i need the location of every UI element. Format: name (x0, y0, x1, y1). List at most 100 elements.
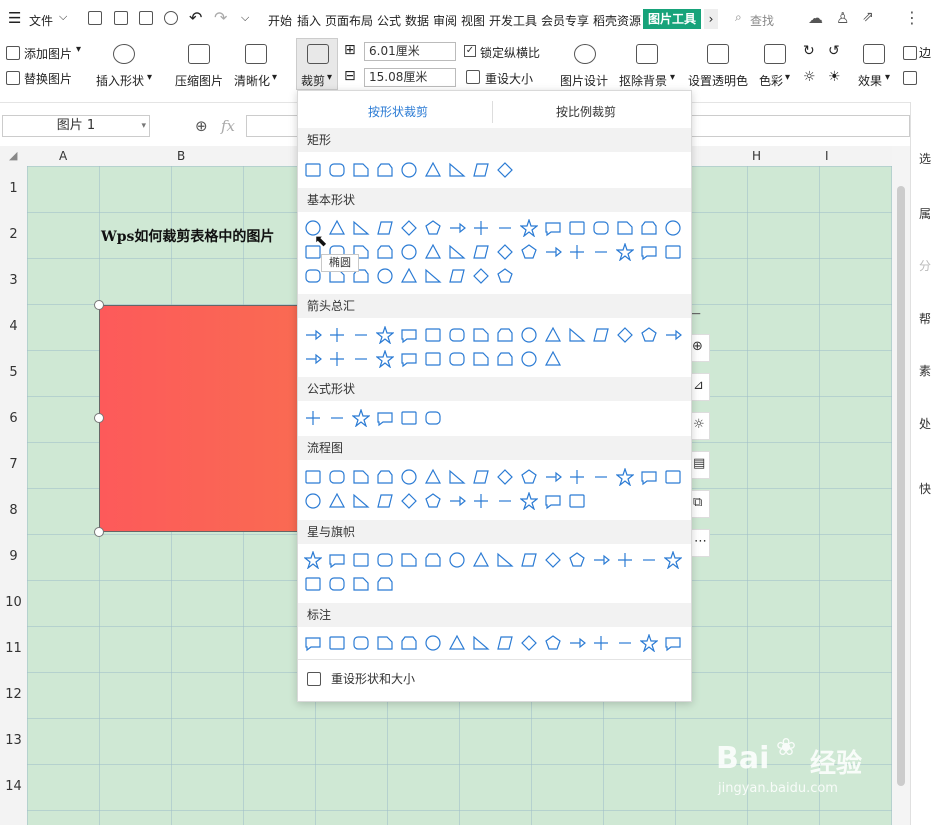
hamburger-icon[interactable]: ☰ (8, 9, 21, 27)
shape-option-icon[interactable] (640, 634, 658, 652)
shape-option-icon[interactable] (304, 326, 322, 344)
shape-option-icon[interactable] (616, 634, 634, 652)
shape-option-icon[interactable] (496, 267, 514, 285)
sharpen-button[interactable]: 清晰化 (234, 72, 270, 89)
row-5[interactable]: 5 (0, 365, 27, 380)
shape-option-icon[interactable] (448, 634, 466, 652)
rotate-right-icon[interactable]: ↻ (803, 43, 815, 59)
shape-option-icon[interactable] (424, 161, 442, 179)
shape-option-icon[interactable] (400, 243, 418, 261)
export-pdf-icon[interactable] (114, 11, 128, 25)
shape-option-icon[interactable] (664, 219, 682, 237)
shape-option-icon[interactable] (448, 267, 466, 285)
shape-option-icon[interactable] (496, 492, 514, 510)
row-3[interactable]: 3 (0, 273, 27, 288)
add-picture-button[interactable]: 添加图片 (24, 45, 72, 62)
shape-option-icon[interactable] (664, 243, 682, 261)
shape-option-icon[interactable] (424, 468, 442, 486)
picture-design-button[interactable]: 图片设计 (560, 72, 608, 89)
shape-option-icon[interactable] (304, 267, 322, 285)
column-h[interactable]: H (752, 149, 761, 163)
resize-handle-top-left[interactable] (94, 300, 104, 310)
shape-option-icon[interactable] (328, 161, 346, 179)
row-14[interactable]: 14 (0, 779, 27, 794)
row-10[interactable]: 10 (0, 595, 27, 610)
vertical-scrollbar[interactable] (892, 146, 910, 825)
print-icon[interactable] (139, 11, 153, 25)
shape-option-icon[interactable] (664, 634, 682, 652)
shape-option-icon[interactable] (472, 161, 490, 179)
shape-option-icon[interactable] (352, 219, 370, 237)
shape-option-icon[interactable] (568, 551, 586, 569)
remove-background-button[interactable]: 抠除背景 (619, 72, 667, 89)
column-i[interactable]: I (825, 149, 829, 163)
shape-option-icon[interactable] (424, 409, 442, 427)
rotate-left-icon[interactable]: ↺ (828, 43, 840, 59)
shape-option-icon[interactable] (328, 492, 346, 510)
brightness-down-icon[interactable]: ☀ (828, 69, 841, 85)
share-icon[interactable]: ⇗ (862, 9, 874, 25)
shape-option-icon[interactable] (496, 468, 514, 486)
shape-option-icon[interactable] (448, 326, 466, 344)
insert-shape-button[interactable]: 插入形状 (96, 72, 144, 89)
sidebar-item-properties[interactable]: 属 (919, 205, 931, 222)
border-button[interactable]: 边 (919, 44, 931, 61)
shape-option-icon[interactable] (448, 161, 466, 179)
shape-option-icon[interactable] (376, 267, 394, 285)
shape-option-icon[interactable] (472, 267, 490, 285)
shape-option-icon[interactable] (448, 468, 466, 486)
shape-option-icon[interactable] (520, 243, 538, 261)
shape-option-icon[interactable] (616, 243, 634, 261)
shape-option-icon[interactable] (544, 219, 562, 237)
chevron-down-icon[interactable]: ▾ (141, 116, 146, 136)
shape-option-icon[interactable] (352, 575, 370, 593)
shape-option-icon[interactable] (616, 551, 634, 569)
replace-picture-button[interactable]: 替换图片 (24, 70, 72, 87)
shape-option-icon[interactable] (328, 468, 346, 486)
tab-docer[interactable]: 稻壳资源 (593, 12, 641, 29)
border-icon[interactable] (903, 46, 917, 60)
shape-option-icon[interactable] (328, 409, 346, 427)
shape-option-icon[interactable] (304, 409, 322, 427)
shape-option-icon[interactable] (544, 634, 562, 652)
shape-option-icon[interactable] (592, 551, 610, 569)
shape-option-icon[interactable] (400, 219, 418, 237)
chevron-down-icon[interactable]: ▾ (272, 72, 277, 83)
tab-view[interactable]: 视图 (461, 12, 485, 29)
shape-option-icon[interactable] (328, 326, 346, 344)
height-input[interactable]: 15.08厘米 (364, 68, 456, 87)
shape-option-icon[interactable] (544, 326, 562, 344)
tab-review[interactable]: 审阅 (433, 12, 457, 29)
row-4[interactable]: 4 (0, 319, 27, 334)
shape-option-icon[interactable] (520, 350, 538, 368)
sidebar-item-quick[interactable]: 快 (919, 480, 931, 497)
shape-option-icon[interactable] (472, 350, 490, 368)
shape-option-icon[interactable] (568, 492, 586, 510)
shape-option-icon[interactable] (424, 492, 442, 510)
shape-option-icon[interactable] (352, 492, 370, 510)
chevron-down-icon[interactable]: ▾ (885, 72, 890, 83)
row-8[interactable]: 8 (0, 503, 27, 518)
effects-button[interactable]: 效果 (858, 72, 882, 89)
shape-option-icon[interactable] (400, 634, 418, 652)
shape-option-icon[interactable] (472, 243, 490, 261)
shape-option-icon[interactable] (496, 350, 514, 368)
shape-option-icon[interactable] (352, 551, 370, 569)
cloud-sync-icon[interactable]: ☁ (808, 9, 823, 27)
row-9[interactable]: 9 (0, 549, 27, 564)
color-icon[interactable] (764, 44, 786, 64)
shape-option-icon[interactable] (496, 219, 514, 237)
set-transparency-icon[interactable] (707, 44, 729, 64)
tab-member[interactable]: 会员专享 (541, 12, 589, 29)
shape-option-icon[interactable] (448, 243, 466, 261)
shape-option-icon[interactable] (400, 468, 418, 486)
row-1[interactable]: 1 (0, 181, 27, 196)
shape-option-icon[interactable] (352, 326, 370, 344)
shape-option-icon[interactable] (424, 243, 442, 261)
shape-option-icon[interactable] (568, 634, 586, 652)
sidebar-item-process[interactable]: 处 (919, 415, 931, 432)
shape-option-icon[interactable] (376, 219, 394, 237)
row-13[interactable]: 13 (0, 733, 27, 748)
row-12[interactable]: 12 (0, 687, 27, 702)
shape-option-icon[interactable] (400, 551, 418, 569)
